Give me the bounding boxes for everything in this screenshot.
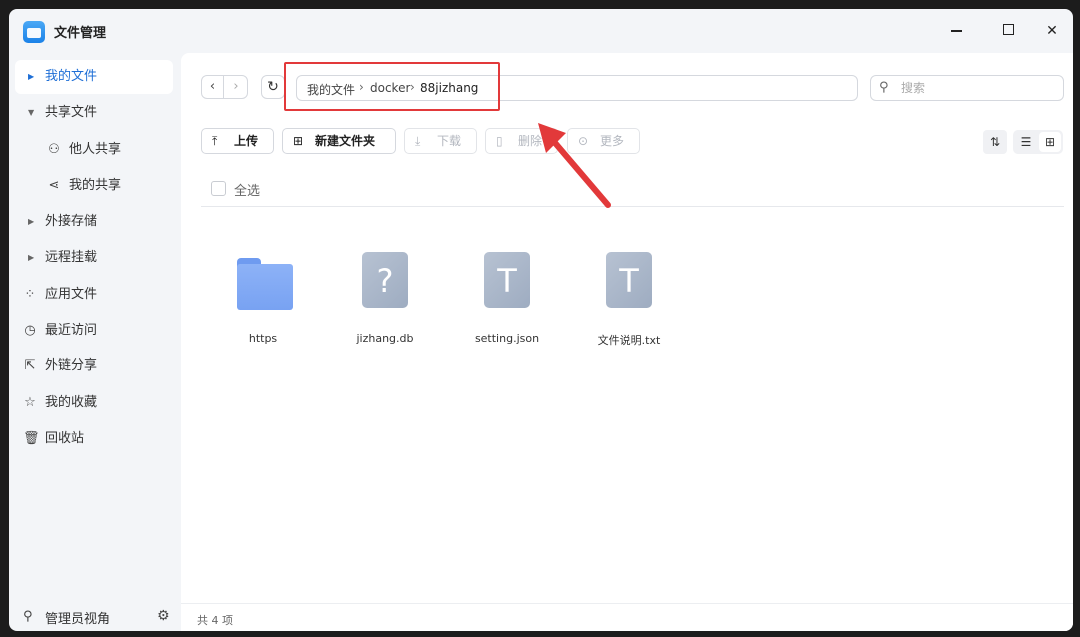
sidebar-item-favorites[interactable]: ☆ 我的收藏 xyxy=(15,386,173,420)
text-file-icon: T xyxy=(606,252,652,308)
sidebar-item-label: 最近访问 xyxy=(45,323,98,338)
grid-icon: ⊞ xyxy=(1044,135,1056,149)
minimize-icon xyxy=(950,30,962,32)
text-file-icon: T xyxy=(484,252,530,308)
sidebar-item-label: 我的文件 xyxy=(45,69,98,84)
minimize-button[interactable] xyxy=(943,19,969,43)
close-button[interactable]: ✕ xyxy=(1039,19,1065,43)
select-all-label: 全选 xyxy=(234,184,261,199)
star-icon: ☆ xyxy=(24,395,36,410)
forward-button[interactable]: › xyxy=(225,76,247,98)
status-bar: 共 4 项 xyxy=(181,603,1073,631)
history-nav: ‹ › xyxy=(201,75,248,99)
admin-user-icon: ⚲ xyxy=(23,609,33,624)
caret-right-icon: ▶ xyxy=(28,217,35,226)
sidebar-item-others-shared[interactable]: ⚇ 他人共享 xyxy=(15,133,173,167)
folder-icon xyxy=(237,258,293,310)
sidebar-item-my-shares[interactable]: ⋖ 我的共享 xyxy=(15,169,173,203)
app-icon xyxy=(23,21,45,43)
back-button[interactable]: ‹ xyxy=(202,76,224,98)
item-count: 共 4 项 xyxy=(197,614,233,627)
clock-icon: ◷ xyxy=(24,323,36,338)
list-view-button[interactable]: ☰ xyxy=(1015,132,1037,152)
search-box[interactable]: ⚲ xyxy=(870,75,1064,101)
file-item-json[interactable]: T setting.json xyxy=(457,248,557,358)
main-panel: ‹ › ↻ 我的文件 › docker › 88jizhang ⚲ ⤒ 上传 ⊞… xyxy=(181,53,1073,631)
sidebar-item-my-files[interactable]: ▶ 我的文件 xyxy=(15,60,173,94)
caret-right-icon: ▶ xyxy=(28,72,35,81)
search-icon: ⚲ xyxy=(879,80,889,95)
file-name: https xyxy=(248,332,278,345)
sidebar-item-external-storage[interactable]: ▶ 外接存储 xyxy=(15,205,173,239)
upload-icon: ⤒ xyxy=(212,134,218,148)
gear-icon[interactable]: ⚙ xyxy=(157,608,170,624)
upload-label: 上传 xyxy=(234,134,259,148)
sidebar-item-label: 远程挂载 xyxy=(45,250,98,265)
file-manager-window: 文件管理 ✕ ▶ 我的文件 ▼ 共享文件 ⚇ 他人共享 ⋖ 我的共享 ▶ 外接存… xyxy=(9,9,1073,631)
close-icon: ✕ xyxy=(1046,23,1058,39)
sidebar-item-label: 外接存储 xyxy=(45,214,98,229)
caret-down-icon: ▼ xyxy=(28,108,35,117)
sidebar-item-label: 他人共享 xyxy=(69,142,122,157)
admin-view-toggle[interactable]: ⚲ 管理员视角 ⚙ xyxy=(15,603,175,631)
upload-button[interactable]: ⤒ 上传 xyxy=(201,128,274,154)
app-title: 文件管理 xyxy=(54,26,107,41)
download-button[interactable]: ⤓ 下载 xyxy=(404,128,477,154)
select-all-checkbox[interactable] xyxy=(211,181,226,196)
caret-right-icon: ▶ xyxy=(28,253,35,262)
sidebar-item-recent[interactable]: ◷ 最近访问 xyxy=(15,314,173,348)
share-icon: ⋖ xyxy=(48,178,60,193)
file-name: setting.json xyxy=(474,332,540,345)
sidebar-item-label: 应用文件 xyxy=(45,287,98,302)
sidebar-item-recycle-bin[interactable]: 🗑 回收站 xyxy=(15,422,173,456)
sidebar: ▶ 我的文件 ▼ 共享文件 ⚇ 他人共享 ⋖ 我的共享 ▶ 外接存储 ▶ 远程挂… xyxy=(9,55,181,631)
file-item-db[interactable]: ? jizhang.db xyxy=(335,248,435,358)
file-item-txt[interactable]: T 文件说明.txt xyxy=(579,248,679,358)
sidebar-item-label: 共享文件 xyxy=(45,105,98,120)
sidebar-item-link-share[interactable]: ⇱ 外链分享 xyxy=(15,349,173,383)
maximize-button[interactable] xyxy=(995,19,1021,43)
chevron-right-icon: › xyxy=(233,79,239,94)
users-icon: ⚇ xyxy=(48,142,60,157)
sidebar-item-label: 回收站 xyxy=(45,431,85,446)
list-icon: ☰ xyxy=(1020,135,1032,149)
new-folder-icon: ⊞ xyxy=(293,134,304,148)
sidebar-item-label: 我的收藏 xyxy=(45,395,98,410)
trash-icon: 🗑 xyxy=(23,431,40,446)
divider xyxy=(201,206,1064,207)
maximize-icon xyxy=(1002,24,1014,35)
unknown-file-icon: ? xyxy=(362,252,408,308)
new-folder-label: 新建文件夹 xyxy=(315,134,376,148)
download-icon: ⤓ xyxy=(415,134,421,148)
annotation-arrow-icon xyxy=(538,123,611,208)
sidebar-item-label: 外链分享 xyxy=(45,358,98,373)
admin-view-label: 管理员视角 xyxy=(45,612,111,627)
refresh-icon: ↻ xyxy=(267,79,279,95)
trash-icon: ▯ xyxy=(496,134,503,148)
sidebar-item-label: 我的共享 xyxy=(69,178,122,193)
refresh-button[interactable]: ↻ xyxy=(261,75,285,99)
sidebar-item-remote-mount[interactable]: ▶ 远程挂载 xyxy=(15,241,173,275)
sidebar-item-shared-files[interactable]: ▼ 共享文件 xyxy=(15,96,173,130)
new-folder-button[interactable]: ⊞ 新建文件夹 xyxy=(282,128,396,154)
file-name: jizhang.db xyxy=(356,332,414,345)
apps-icon: ⁘ xyxy=(24,287,36,302)
view-switcher: ☰ ⊞ xyxy=(1013,130,1063,154)
annotation-highlight-box xyxy=(284,62,500,111)
grid-view-button[interactable]: ⊞ xyxy=(1039,132,1061,152)
search-input[interactable] xyxy=(901,79,1051,97)
file-item-folder[interactable]: https xyxy=(213,248,313,358)
download-label: 下载 xyxy=(437,134,462,148)
file-name: 文件说明.txt xyxy=(597,334,661,347)
chevron-left-icon: ‹ xyxy=(209,79,216,94)
external-link-icon: ⇱ xyxy=(24,358,36,373)
sort-button[interactable]: ⇅ xyxy=(983,130,1007,154)
sidebar-item-app-files[interactable]: ⁘ 应用文件 xyxy=(15,278,173,312)
title-bar: 文件管理 ✕ xyxy=(9,9,1073,55)
sort-icon: ⇅ xyxy=(989,135,1001,149)
